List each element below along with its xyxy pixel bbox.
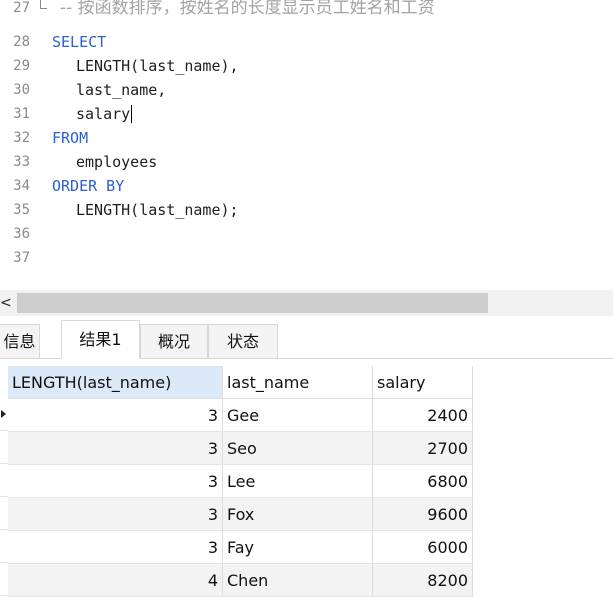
sql-keyword: SELECT [52, 33, 107, 51]
line-number: 30 [13, 82, 30, 98]
cell-last-name[interactable]: Chen [223, 564, 373, 597]
cell-length[interactable]: 4 [8, 564, 223, 597]
cell-salary[interactable]: 2400 [373, 399, 473, 432]
scrollbar-thumb[interactable] [17, 293, 488, 313]
cell-length[interactable]: 3 [8, 531, 223, 564]
cell-length[interactable]: 3 [8, 465, 223, 498]
cell-length[interactable]: 3 [8, 432, 223, 465]
tab-status[interactable]: 状态 [208, 324, 278, 358]
editor-line: 33 employees [0, 150, 613, 174]
editor-line: 28 SELECT [0, 30, 613, 54]
fold-marker-icon[interactable] [40, 0, 47, 9]
sql-code: LENGTH(last_name), [76, 57, 239, 75]
line-number: 35 [13, 202, 30, 218]
line-number: 36 [13, 226, 30, 242]
cell-last-name[interactable]: Gee [223, 399, 373, 432]
row-marker[interactable] [0, 564, 8, 596]
sql-comment: -- 按函数排序，按姓名的长度显示员工姓名和工资 [60, 0, 435, 18]
cell-salary[interactable]: 2700 [373, 432, 473, 465]
tab-profile[interactable]: 概况 [140, 324, 208, 358]
cell-salary[interactable]: 8200 [373, 564, 473, 597]
editor-line: 37 [0, 246, 613, 270]
result-grid: LENGTH(last_name) last_name salary 3 Gee 2… [0, 366, 613, 597]
row-marker[interactable] [0, 498, 8, 530]
cell-length[interactable]: 3 [8, 399, 223, 432]
cell-length[interactable]: 3 [8, 498, 223, 531]
text-caret [131, 105, 133, 123]
editor-line: 34 ORDER BY [0, 174, 613, 198]
sql-editor[interactable]: 27 -- 按函数排序，按姓名的长度显示员工姓名和工资 28 SELECT 29 LE… [0, 0, 613, 290]
editor-line: 29 LENGTH(last_name), [0, 54, 613, 78]
sql-code: employees [76, 153, 158, 171]
editor-line: 32 FROM [0, 126, 613, 150]
cell-last-name[interactable]: Seo [223, 432, 373, 465]
line-number: 31 [13, 106, 30, 122]
sql-keyword: ORDER BY [52, 177, 125, 195]
line-number: 29 [13, 58, 30, 74]
sql-code: salary [76, 105, 131, 123]
row-marker[interactable] [0, 432, 8, 464]
cell-last-name[interactable]: Fox [223, 498, 373, 531]
current-row-indicator-icon[interactable] [0, 399, 8, 431]
column-header-salary[interactable]: salary [373, 366, 473, 399]
line-number: 27 [13, 0, 30, 16]
cell-salary[interactable]: 6000 [373, 531, 473, 564]
cell-salary[interactable]: 9600 [373, 498, 473, 531]
editor-line: 30 last_name, [0, 78, 613, 102]
scroll-left-icon[interactable]: < [0, 294, 12, 312]
cell-salary[interactable]: 6800 [373, 465, 473, 498]
editor-line: 36 [0, 222, 613, 246]
row-marker[interactable] [0, 531, 8, 563]
line-number: 37 [13, 250, 30, 266]
column-header-last-name[interactable]: last_name [223, 366, 373, 399]
result-tabs: 信息 结果1 概况 状态 [0, 320, 613, 359]
editor-line: 31 salary [0, 102, 613, 126]
line-number: 33 [13, 154, 30, 170]
row-marker[interactable] [0, 465, 8, 497]
sql-code: last_name, [76, 81, 167, 99]
tab-info[interactable]: 信息 [0, 324, 40, 358]
editor-line: 35 LENGTH(last_name); [0, 198, 613, 222]
sql-code: LENGTH(last_name); [76, 201, 239, 219]
line-number: 34 [13, 178, 30, 194]
column-header-length[interactable]: LENGTH(last_name) [8, 366, 223, 399]
horizontal-scrollbar[interactable]: < [0, 290, 613, 316]
cell-last-name[interactable]: Fay [223, 531, 373, 564]
sql-keyword: FROM [52, 129, 89, 147]
editor-line: 27 -- 按函数排序，按姓名的长度显示员工姓名和工资 [0, 0, 613, 20]
cell-last-name[interactable]: Lee [223, 465, 373, 498]
line-number: 32 [13, 130, 30, 146]
tab-result1[interactable]: 结果1 [61, 320, 140, 359]
line-number: 28 [13, 34, 30, 50]
